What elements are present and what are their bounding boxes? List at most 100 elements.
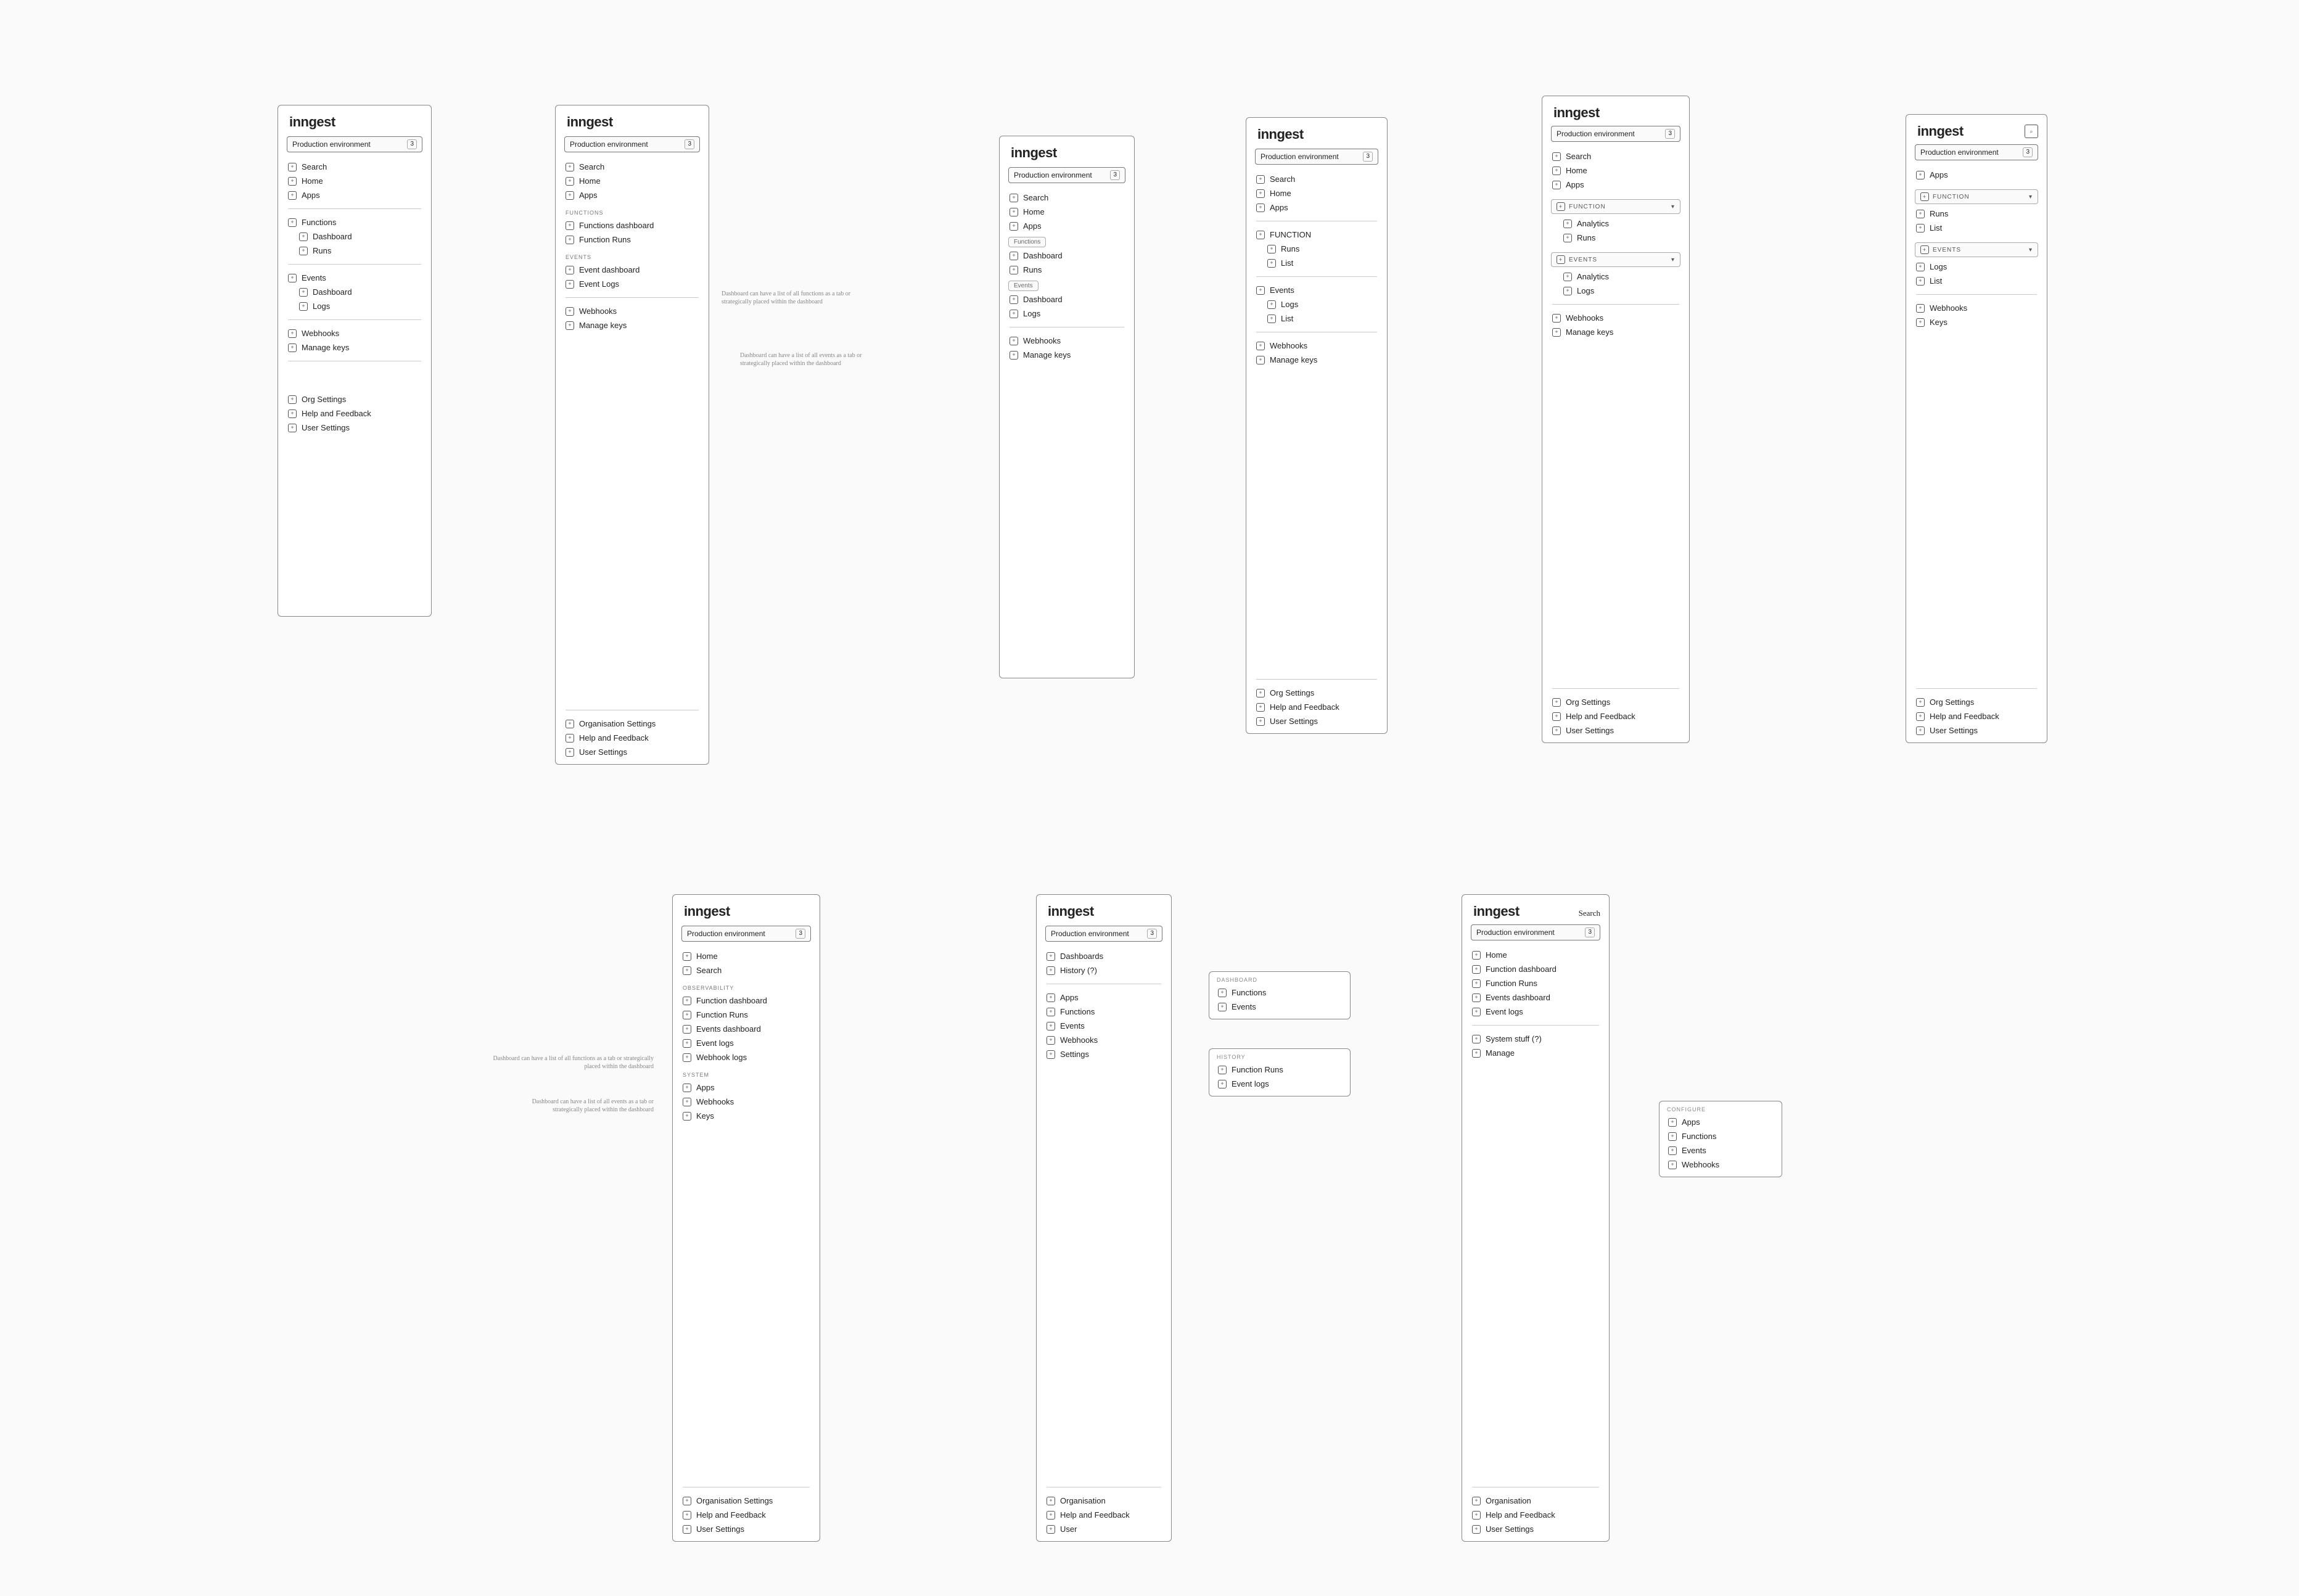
nav-apps[interactable]: +Apps bbox=[1008, 219, 1125, 233]
nav-functions[interactable]: +Functions bbox=[1045, 1005, 1162, 1019]
pill-functions[interactable]: Functions bbox=[1008, 237, 1046, 247]
nav-function-runs[interactable]: +Function Runs bbox=[564, 232, 700, 247]
nav-functions[interactable]: +Functions bbox=[287, 215, 422, 229]
nav-function-list[interactable]: +List bbox=[1266, 256, 1378, 270]
nav-events[interactable]: +Events bbox=[287, 271, 422, 285]
env-selector[interactable]: Production environment 3 bbox=[1008, 167, 1125, 183]
nav-home[interactable]: +Home bbox=[1551, 163, 1680, 178]
env-selector[interactable]: Production environment 3 bbox=[1045, 926, 1162, 942]
nav-events-logs[interactable]: +Logs bbox=[298, 299, 422, 313]
nav-webhooks[interactable]: +Webhooks bbox=[1045, 1033, 1162, 1047]
nav-event-logs[interactable]: +Event Logs bbox=[564, 277, 700, 291]
nav-runs[interactable]: +Runs bbox=[1562, 231, 1680, 245]
nav-runs[interactable]: +Runs bbox=[1915, 207, 2038, 221]
nav-apps[interactable]: +Apps bbox=[564, 188, 700, 202]
footer-org-settings[interactable]: +Org Settings bbox=[1915, 695, 2038, 709]
nav-function-runs[interactable]: +Function Runs bbox=[1471, 976, 1600, 990]
nav-search[interactable]: +Search bbox=[1255, 172, 1378, 186]
nav-list[interactable]: +List bbox=[1915, 274, 2038, 288]
popover-item-webhooks[interactable]: +Webhooks bbox=[1667, 1158, 1774, 1172]
nav-logs[interactable]: +Logs bbox=[1915, 260, 2038, 274]
env-selector[interactable]: Production environment 3 bbox=[287, 136, 422, 152]
nav-settings[interactable]: +Settings bbox=[1045, 1047, 1162, 1061]
nav-webhook-logs[interactable]: +Webhook logs bbox=[681, 1050, 811, 1064]
footer-help[interactable]: +Help and Feedback bbox=[681, 1508, 811, 1522]
footer-organisation-settings[interactable]: +Organisation Settings bbox=[564, 717, 700, 731]
nav-history[interactable]: +History (?) bbox=[1045, 963, 1162, 977]
nav-home[interactable]: +Home bbox=[681, 949, 811, 963]
footer-org-settings[interactable]: +Org Settings bbox=[287, 392, 422, 406]
nav-logs[interactable]: +Logs bbox=[1562, 284, 1680, 298]
nav-function-dashboard[interactable]: +Function dashboard bbox=[681, 993, 811, 1008]
nav-home[interactable]: +Home bbox=[564, 174, 700, 188]
nav-webhooks[interactable]: +Webhooks bbox=[287, 326, 422, 340]
footer-user-settings[interactable]: +User Settings bbox=[1255, 714, 1378, 728]
nav-dashboards[interactable]: +Dashboards bbox=[1045, 949, 1162, 963]
nav-function[interactable]: +FUNCTION bbox=[1255, 228, 1378, 242]
footer-help[interactable]: +Help and Feedback bbox=[287, 406, 422, 421]
footer-user-settings[interactable]: +User Settings bbox=[1915, 723, 2038, 738]
section-function[interactable]: +FUNCTION ▾ bbox=[1551, 199, 1680, 214]
footer-help[interactable]: +Help and Feedback bbox=[1915, 709, 2038, 723]
nav-manage-keys[interactable]: +Manage keys bbox=[1255, 353, 1378, 367]
nav-search[interactable]: +Search bbox=[287, 160, 422, 174]
pill-events[interactable]: Events bbox=[1008, 281, 1038, 291]
footer-user-settings[interactable]: +User Settings bbox=[564, 745, 700, 759]
nav-apps[interactable]: +Apps bbox=[1255, 200, 1378, 215]
nav-webhooks[interactable]: +Webhooks bbox=[1008, 334, 1125, 348]
footer-help[interactable]: +Help and Feedback bbox=[1551, 709, 1680, 723]
search-icon[interactable]: ⌕ bbox=[2025, 125, 2038, 138]
footer-help[interactable]: +Help and Feedback bbox=[1045, 1508, 1162, 1522]
nav-manage-keys[interactable]: +Manage keys bbox=[1008, 348, 1125, 362]
nav-home[interactable]: +Home bbox=[1255, 186, 1378, 200]
nav-events-dashboard[interactable]: +Events dashboard bbox=[681, 1022, 811, 1036]
nav-dashboard[interactable]: +Dashboard bbox=[1008, 292, 1125, 306]
footer-user-settings[interactable]: +User Settings bbox=[1471, 1522, 1600, 1536]
nav-search[interactable]: +Search bbox=[564, 160, 700, 174]
nav-functions-dashboard[interactable]: +Dashboard bbox=[298, 229, 422, 244]
nav-event-logs[interactable]: +Event logs bbox=[1471, 1005, 1600, 1019]
nav-apps[interactable]: +Apps bbox=[1045, 990, 1162, 1005]
env-selector[interactable]: Production environment 3 bbox=[1471, 924, 1600, 940]
nav-event-logs[interactable]: +Event logs bbox=[681, 1036, 811, 1050]
nav-list[interactable]: +List bbox=[1915, 221, 2038, 235]
nav-apps[interactable]: +Apps bbox=[681, 1080, 811, 1095]
footer-user-settings[interactable]: +User Settings bbox=[681, 1522, 811, 1536]
nav-search[interactable]: +Search bbox=[681, 963, 811, 977]
nav-home[interactable]: +Home bbox=[1471, 948, 1600, 962]
nav-home[interactable]: +Home bbox=[287, 174, 422, 188]
popover-item-events[interactable]: +Events bbox=[1667, 1143, 1774, 1158]
footer-organisation-settings[interactable]: +Organisation Settings bbox=[681, 1494, 811, 1508]
popover-item-functions[interactable]: +Functions bbox=[1667, 1129, 1774, 1143]
popover-item-apps[interactable]: +Apps bbox=[1667, 1115, 1774, 1129]
nav-apps[interactable]: +Apps bbox=[1915, 168, 2038, 182]
nav-webhooks[interactable]: +Webhooks bbox=[681, 1095, 811, 1109]
nav-functions-dashboard[interactable]: +Functions dashboard bbox=[564, 218, 700, 232]
nav-search[interactable]: +Search bbox=[1551, 149, 1680, 163]
footer-org-settings[interactable]: +Org Settings bbox=[1255, 686, 1378, 700]
footer-user-settings[interactable]: +User Settings bbox=[287, 421, 422, 435]
nav-system-stuff[interactable]: +System stuff (?) bbox=[1471, 1032, 1600, 1046]
nav-webhooks[interactable]: +Webhooks bbox=[1915, 301, 2038, 315]
nav-events-dashboard[interactable]: +Dashboard bbox=[298, 285, 422, 299]
nav-events-dashboard[interactable]: +Events dashboard bbox=[1471, 990, 1600, 1005]
env-selector[interactable]: Production environment 3 bbox=[681, 926, 811, 942]
popover-item-function-runs[interactable]: +Function Runs bbox=[1217, 1063, 1343, 1077]
nav-analytics[interactable]: +Analytics bbox=[1562, 216, 1680, 231]
nav-manage-keys[interactable]: +Manage keys bbox=[287, 340, 422, 355]
footer-user[interactable]: +User bbox=[1045, 1522, 1162, 1536]
nav-webhooks[interactable]: +Webhooks bbox=[564, 304, 700, 318]
section-events[interactable]: +EVENTS ▾ bbox=[1551, 252, 1680, 267]
nav-search[interactable]: +Search bbox=[1008, 191, 1125, 205]
popover-item-functions[interactable]: +Functions bbox=[1217, 985, 1343, 1000]
env-selector[interactable]: Production environment 3 bbox=[1551, 126, 1680, 142]
footer-organisation[interactable]: +Organisation bbox=[1045, 1494, 1162, 1508]
popover-item-events[interactable]: +Events bbox=[1217, 1000, 1343, 1014]
popover-item-event-logs[interactable]: +Event logs bbox=[1217, 1077, 1343, 1091]
footer-help[interactable]: +Help and Feedback bbox=[1471, 1508, 1600, 1522]
nav-function-runs[interactable]: +Runs bbox=[1266, 242, 1378, 256]
env-selector[interactable]: Production environment 3 bbox=[564, 136, 700, 152]
nav-manage-keys[interactable]: +Manage keys bbox=[564, 318, 700, 332]
nav-keys[interactable]: +Keys bbox=[1915, 315, 2038, 329]
nav-apps[interactable]: +Apps bbox=[1551, 178, 1680, 192]
